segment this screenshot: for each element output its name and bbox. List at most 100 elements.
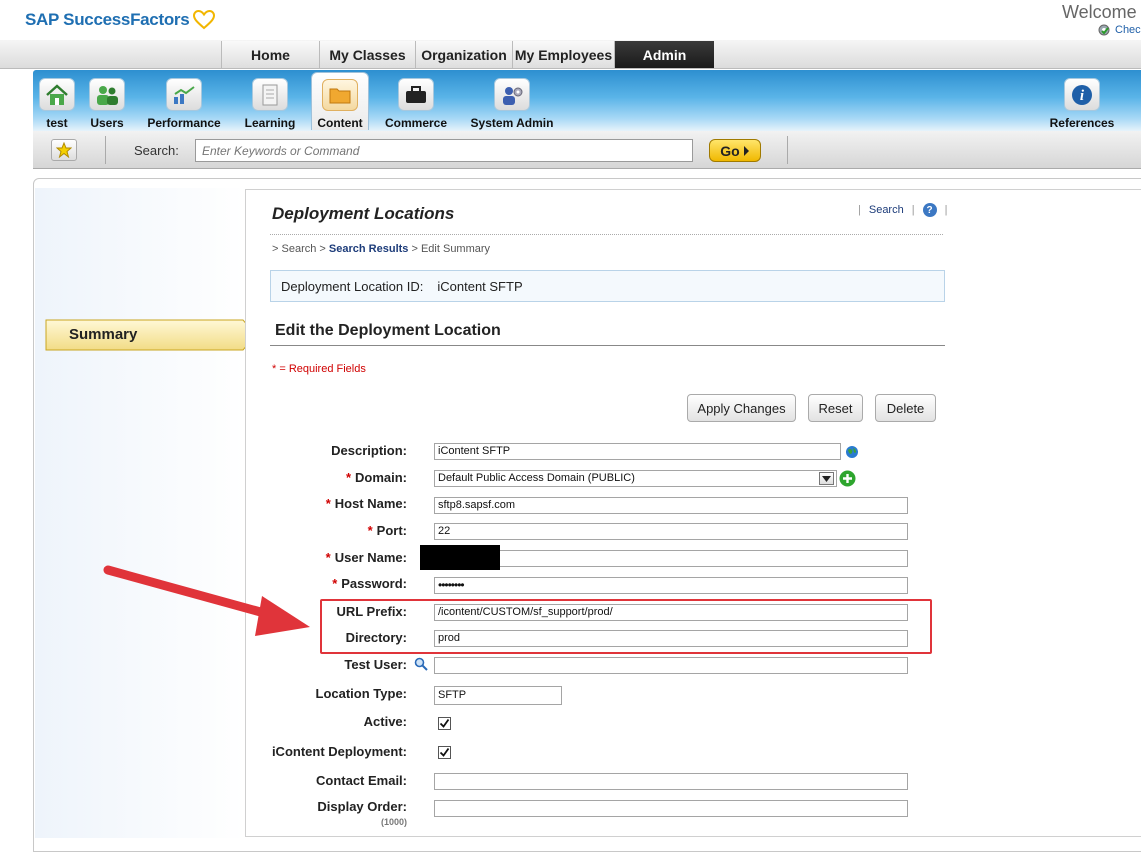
info-icon: i [1064,78,1100,111]
module-label: test [46,116,68,130]
breadcrumb-search[interactable]: Search [282,243,317,255]
edit-heading-divider [270,345,945,346]
port-input[interactable]: 22 [434,523,908,540]
icontent-deployment-checkbox[interactable] [438,746,451,759]
gear-user-icon [494,78,530,111]
domain-select[interactable]: Default Public Access Domain (PUBLIC) [434,470,837,487]
chart-icon [166,78,202,111]
redaction-block [420,545,500,570]
search-label: Search: [134,143,179,158]
module-label: System Admin [470,116,554,130]
add-icon[interactable] [839,470,856,487]
breadcrumb-sep: > [411,243,418,255]
favorites-button[interactable] [51,139,77,161]
required-mark: * [325,496,331,511]
module-performance[interactable]: Performance [147,72,221,130]
module-test[interactable]: test [38,72,76,130]
help-icon[interactable]: ? [922,203,937,217]
module-system-admin[interactable]: System Admin [471,72,553,130]
host-name-label: * Host Name: [326,496,407,511]
checkmark-icon [439,747,450,757]
annotation-arrow-icon [103,565,310,636]
test-user-label: Test User: [344,657,407,672]
module-label: References [1049,116,1115,130]
user-name-label: * User Name: [326,550,407,565]
brand-logo: SAP SuccessFactors [25,10,216,30]
module-label: Performance [147,116,221,130]
search-divider [105,136,106,164]
module-label: Commerce [384,116,448,130]
deployment-id-label: Deployment Location ID: [281,278,424,294]
contact-email-input[interactable] [434,773,908,790]
module-content[interactable]: Content [311,72,369,130]
title-divider [270,234,943,235]
deployment-id-box: Deployment Location ID: iContent SFTP [270,270,945,302]
domain-select-value: Default Public Access Domain (PUBLIC) [438,472,635,484]
globe-icon[interactable] [845,445,859,459]
required-mark: * [325,550,331,565]
search-input[interactable] [195,139,693,162]
module-label: Users [90,116,124,130]
password-input[interactable]: •••••••• [434,577,908,594]
module-users[interactable]: Users [86,72,128,130]
display-order-hint: (1000) [380,817,407,827]
location-type-input[interactable]: SFTP [434,686,562,705]
briefcase-icon [398,78,434,111]
tab-organization[interactable]: Organization [415,41,512,68]
module-label: Content [317,116,363,130]
module-references[interactable]: i References [1048,72,1116,130]
chevron-down-icon[interactable] [819,472,834,485]
users-icon [89,78,125,111]
brand-name: SAP SuccessFactors [25,10,190,29]
folder-icon [322,79,358,111]
go-button[interactable]: Go [709,139,761,162]
search-icon[interactable] [414,657,428,671]
test-user-input[interactable] [434,657,908,674]
delete-button[interactable]: Delete [875,394,936,422]
active-label: Active: [363,714,407,729]
summary-tab-label: Summary [69,326,138,343]
go-button-label: Go [720,142,740,159]
label-text: Port: [376,523,407,538]
page-links: | Search | ? | [858,203,947,217]
gear-check-icon [1098,24,1110,36]
active-checkbox[interactable] [438,717,451,730]
search-link[interactable]: Search [869,204,904,216]
required-mark: * [367,523,373,538]
edit-heading: Edit the Deployment Location [275,322,501,339]
check-link[interactable]: Chec [1097,23,1141,37]
display-order-label: Display Order: [317,799,407,814]
user-name-input[interactable] [434,550,908,567]
label-text: Domain: [355,470,407,485]
tab-my-classes[interactable]: My Classes [319,41,415,68]
page-title: Deployment Locations [272,204,455,223]
host-name-input[interactable]: sftp8.sapsf.com [434,497,908,514]
tab-my-employees[interactable]: My Employees [512,41,614,68]
apply-changes-button[interactable]: Apply Changes [687,394,796,422]
module-commerce[interactable]: Commerce [384,72,448,130]
house-icon [39,78,75,111]
module-learning[interactable]: Learning [244,72,296,130]
breadcrumb-sep: > [319,243,326,255]
document-icon [252,78,288,111]
label-text: Password: [341,576,407,591]
heart-icon [193,10,216,30]
label-text: Host Name: [334,496,407,511]
module-label: Learning [244,116,296,130]
search-divider [787,136,788,164]
required-mark: * [332,576,338,591]
tab-admin[interactable]: Admin [614,41,714,68]
summary-tab[interactable]: Summary [45,319,257,351]
breadcrumb-search-results[interactable]: Search Results [329,243,408,255]
tab-home[interactable]: Home [221,41,319,68]
description-input[interactable]: iContent SFTP [434,443,841,460]
checkmark-icon [439,718,450,728]
required-mark: * [345,470,351,485]
contact-email-label: Contact Email: [315,773,407,788]
domain-label: * Domain: [346,470,407,485]
link-divider: | [911,204,915,216]
reset-button[interactable]: Reset [808,394,863,422]
link-divider: | [858,204,861,216]
breadcrumb-current: Edit Summary [420,243,491,255]
display-order-input[interactable] [434,800,908,817]
